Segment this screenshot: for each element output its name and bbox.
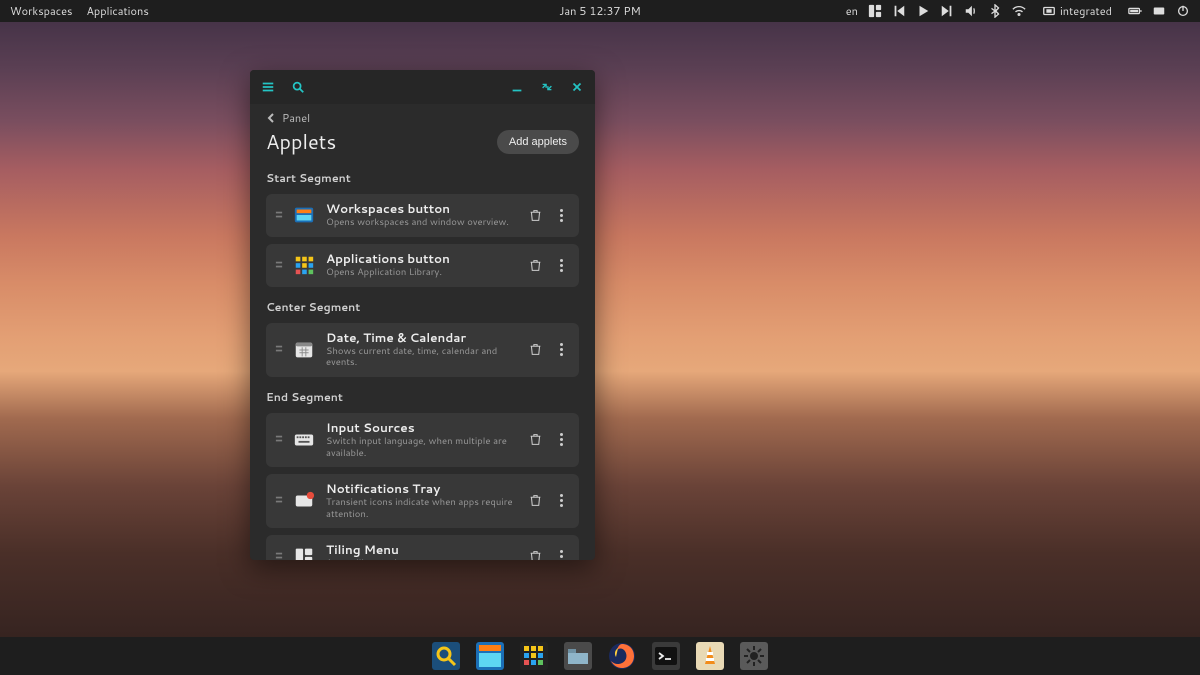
applet-title: Workspaces button bbox=[326, 202, 517, 216]
applet-row: ━━ Tiling Menu Auto-tiling settings. bbox=[266, 535, 579, 560]
applet-title: Notifications Tray bbox=[326, 482, 517, 496]
more-icon[interactable] bbox=[553, 342, 569, 358]
media-prev-icon[interactable] bbox=[892, 4, 906, 18]
network-icon[interactable] bbox=[1012, 4, 1026, 18]
breadcrumb-label: Panel bbox=[282, 110, 310, 126]
applet-row: ━━ Input Sources Switch input language, … bbox=[266, 413, 579, 467]
maximize-icon[interactable] bbox=[539, 79, 555, 95]
window-header bbox=[250, 70, 595, 104]
applet-row: ━━ Date, Time & Calendar Shows current d… bbox=[266, 323, 579, 377]
graphics-indicator[interactable]: integrated bbox=[1036, 3, 1118, 19]
more-icon[interactable] bbox=[553, 493, 569, 509]
applet-desc: Switch input language, when multiple are… bbox=[326, 436, 517, 459]
dock-app-search[interactable] bbox=[432, 642, 460, 670]
segment-start-label: Start Segment bbox=[266, 170, 579, 186]
graphics-label: integrated bbox=[1060, 3, 1112, 19]
power-icon[interactable] bbox=[1176, 4, 1190, 18]
more-icon[interactable] bbox=[553, 432, 569, 448]
more-icon[interactable] bbox=[553, 548, 569, 560]
delete-icon[interactable] bbox=[527, 257, 543, 273]
dock-app-applications[interactable] bbox=[520, 642, 548, 670]
delete-icon[interactable] bbox=[527, 342, 543, 358]
panel-datetime[interactable]: Jan 5 12:37 PM bbox=[559, 3, 641, 19]
more-icon[interactable] bbox=[553, 257, 569, 273]
notifications-icon[interactable] bbox=[1152, 4, 1166, 18]
segment-end-label: End Segment bbox=[266, 389, 579, 405]
calendar-icon bbox=[292, 338, 316, 362]
top-panel: Workspaces Applications Jan 5 12:37 PM e… bbox=[0, 0, 1200, 22]
menu-icon[interactable] bbox=[260, 79, 276, 95]
delete-icon[interactable] bbox=[527, 493, 543, 509]
applet-title: Applications button bbox=[326, 252, 517, 266]
drag-handle-icon[interactable]: ━━ bbox=[276, 497, 282, 504]
dock-app-vlc[interactable] bbox=[696, 642, 724, 670]
close-icon[interactable] bbox=[569, 79, 585, 95]
dock-app-workspaces[interactable] bbox=[476, 642, 504, 670]
segment-center-label: Center Segment bbox=[266, 299, 579, 315]
dock-app-settings[interactable] bbox=[740, 642, 768, 670]
add-applets-button[interactable]: Add applets bbox=[497, 130, 579, 154]
settings-window: Panel Applets Add applets Start Segment … bbox=[250, 70, 595, 560]
applet-desc: Opens Application Library. bbox=[326, 267, 517, 278]
panel-workspaces-button[interactable]: Workspaces bbox=[10, 3, 72, 19]
applet-title: Tiling Menu bbox=[326, 543, 517, 557]
dock bbox=[0, 637, 1200, 675]
applet-row: ━━ Notifications Tray Transient icons in… bbox=[266, 474, 579, 528]
applet-desc: Auto-tiling settings. bbox=[326, 558, 517, 560]
applet-desc: Opens workspaces and window overview. bbox=[326, 217, 517, 228]
minimize-icon[interactable] bbox=[509, 79, 525, 95]
dock-app-files[interactable] bbox=[564, 642, 592, 670]
applet-title: Date, Time & Calendar bbox=[326, 331, 517, 345]
drag-handle-icon[interactable]: ━━ bbox=[276, 262, 282, 269]
tiling-icon[interactable] bbox=[868, 4, 882, 18]
delete-icon[interactable] bbox=[527, 432, 543, 448]
keyboard-icon bbox=[292, 428, 316, 452]
applet-row: ━━ Applications button Opens Application… bbox=[266, 244, 579, 287]
media-play-icon[interactable] bbox=[916, 4, 930, 18]
battery-icon[interactable] bbox=[1128, 4, 1142, 18]
search-icon[interactable] bbox=[290, 79, 306, 95]
panel-input-lang[interactable]: en bbox=[846, 3, 858, 19]
bluetooth-icon[interactable] bbox=[988, 4, 1002, 18]
notification-tray-icon bbox=[292, 489, 316, 513]
drag-handle-icon[interactable]: ━━ bbox=[276, 346, 282, 353]
applet-title: Input Sources bbox=[326, 421, 517, 435]
page-title: Applets bbox=[266, 128, 336, 156]
dock-app-firefox[interactable] bbox=[608, 642, 636, 670]
breadcrumb[interactable]: Panel bbox=[266, 110, 579, 126]
applet-desc: Shows current date, time, calendar and e… bbox=[326, 346, 517, 369]
sound-icon[interactable] bbox=[964, 4, 978, 18]
apps-grid-icon bbox=[292, 253, 316, 277]
drag-handle-icon[interactable]: ━━ bbox=[276, 553, 282, 560]
applet-desc: Transient icons indicate when apps requi… bbox=[326, 497, 517, 520]
workspaces-icon bbox=[292, 203, 316, 227]
applet-row: ━━ Workspaces button Opens workspaces an… bbox=[266, 194, 579, 237]
media-next-icon[interactable] bbox=[940, 4, 954, 18]
tiling-icon bbox=[292, 544, 316, 560]
drag-handle-icon[interactable]: ━━ bbox=[276, 436, 282, 443]
delete-icon[interactable] bbox=[527, 548, 543, 560]
panel-applications-button[interactable]: Applications bbox=[86, 3, 148, 19]
delete-icon[interactable] bbox=[527, 207, 543, 223]
dock-app-terminal[interactable] bbox=[652, 642, 680, 670]
drag-handle-icon[interactable]: ━━ bbox=[276, 212, 282, 219]
more-icon[interactable] bbox=[553, 207, 569, 223]
